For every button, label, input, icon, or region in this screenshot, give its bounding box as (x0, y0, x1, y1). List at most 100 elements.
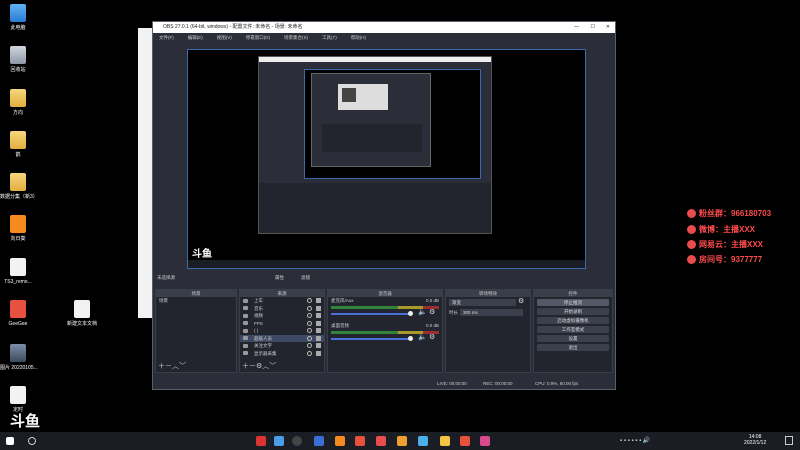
transition-select[interactable]: 渐变 (449, 299, 516, 306)
volume-slider[interactable] (331, 336, 413, 341)
eye-icon[interactable] (307, 313, 312, 318)
gear-icon[interactable]: ⚙ (518, 297, 524, 305)
maximize-icon[interactable]: ☐ (591, 22, 595, 33)
taskbar-app-icon[interactable] (335, 436, 345, 446)
tray-icon[interactable]: ▪ (620, 438, 622, 444)
eye-icon[interactable] (307, 350, 312, 356)
text-file-icon (74, 300, 90, 318)
desktop-icon-geegee[interactable]: GeeGee (0, 300, 36, 327)
gear-icon[interactable]: ⚙ (429, 333, 435, 341)
lock-icon[interactable] (316, 298, 321, 303)
volume-slider[interactable] (331, 311, 413, 316)
studio-mode-button[interactable]: 工作室模式 (537, 326, 609, 333)
transitions-header: 转场特效 (446, 290, 530, 297)
desktop-icon-folder-1[interactable]: 方向 (0, 89, 36, 116)
lock-icon[interactable] (316, 305, 321, 311)
speaker-icon[interactable]: 🔈 (418, 333, 427, 341)
obs-taskbar-icon[interactable] (292, 436, 302, 446)
desktop-icon-folder-3[interactable]: 数据分集（新3） (0, 173, 38, 200)
clock[interactable]: 14:08 2022/1/12 (744, 434, 766, 446)
eye-icon[interactable] (307, 305, 312, 311)
tray-icon[interactable]: ▪ (639, 438, 641, 444)
menu-file[interactable]: 文件(F) (159, 35, 174, 40)
eye-icon[interactable] (307, 298, 312, 303)
taskbar-app-icon[interactable] (256, 436, 266, 446)
source-type-icon (243, 298, 248, 303)
close-icon[interactable]: ✕ (606, 22, 610, 33)
desktop-icon-sunflower[interactable]: 向日葵 (0, 215, 36, 242)
desktop-icon-timer[interactable]: 定时 (0, 386, 36, 413)
desktop-icon-ts3[interactable]: TS3_remo... (0, 258, 36, 285)
lock-icon[interactable] (316, 350, 321, 356)
remove-icon[interactable]: － (165, 363, 172, 370)
taskbar-app-icon[interactable] (397, 436, 407, 446)
tray-icon[interactable]: ▪ (628, 438, 630, 444)
lock-icon[interactable] (316, 320, 321, 326)
source-item[interactable]: 关注文字 (240, 342, 324, 350)
speaker-icon[interactable]: 🔈 (418, 308, 427, 316)
up-icon[interactable]: ︿ (172, 363, 179, 370)
source-item[interactable]: 视频 (240, 312, 324, 320)
menu-scene-collection[interactable]: 场景集合(S) (284, 35, 308, 40)
add-icon[interactable]: ＋ (158, 363, 165, 370)
add-icon[interactable]: ＋ (242, 363, 249, 370)
desktop-icon-image[interactable]: 图片 20220105... (0, 344, 38, 371)
tray-icon[interactable]: ▪ (631, 438, 633, 444)
taskbar-app-icon[interactable] (314, 436, 324, 446)
source-item[interactable]: 音乐 (240, 305, 324, 313)
scene-item[interactable]: 场景 (156, 297, 236, 305)
desktop-icon-pc[interactable]: 此电脑 (0, 4, 36, 31)
desktop-icon-folder-2[interactable]: 鹊 (0, 131, 36, 158)
lock-icon[interactable] (316, 335, 321, 341)
menu-edit[interactable]: 编辑(E) (188, 35, 203, 40)
eye-icon[interactable] (307, 343, 312, 348)
start-virtual-camera-button[interactable]: 启动虚拟摄像机 (537, 317, 609, 324)
down-icon[interactable]: ﹀ (269, 363, 276, 370)
duration-input[interactable]: 300 ms (460, 309, 523, 316)
start-recording-button[interactable]: 开始录制 (537, 308, 609, 315)
source-item[interactable]: 上车 (240, 297, 324, 305)
taskbar-app-icon[interactable] (376, 436, 386, 446)
menu-view[interactable]: 视图(V) (217, 35, 232, 40)
remove-icon[interactable]: － (249, 363, 256, 370)
volume-icon[interactable]: 🔊 (643, 438, 650, 444)
stop-streaming-button[interactable]: 停止推流 (537, 299, 609, 306)
eye-icon[interactable] (307, 328, 312, 333)
properties-button[interactable]: 属性 (275, 272, 284, 284)
lock-icon[interactable] (316, 343, 321, 348)
source-type-icon (243, 343, 248, 348)
taskbar-app-icon[interactable] (274, 436, 284, 446)
obs-preview[interactable]: 斗鱼 (187, 49, 586, 269)
eye-icon[interactable] (307, 335, 312, 341)
desktop-icon-bin[interactable]: 回收站 (0, 46, 36, 73)
taskbar-app-icon[interactable] (418, 436, 428, 446)
eye-icon[interactable] (307, 320, 312, 326)
filters-button[interactable]: 滤镜 (301, 272, 310, 284)
lock-icon[interactable] (316, 313, 321, 318)
lock-icon[interactable] (316, 328, 321, 333)
source-item[interactable]: FPS (240, 320, 324, 328)
taskbar-app-icon[interactable] (480, 436, 490, 446)
minimize-icon[interactable]: — (574, 22, 579, 33)
taskbar-app-icon[interactable] (355, 436, 365, 446)
exit-button[interactable]: 退出 (537, 344, 609, 351)
source-item[interactable]: ( ) (240, 327, 324, 335)
search-icon[interactable] (28, 437, 36, 445)
windows-start-icon[interactable] (6, 437, 14, 445)
menu-docks[interactable]: 停靠窗口(D) (246, 35, 270, 40)
file-icon (10, 386, 26, 404)
down-icon[interactable]: ﹀ (179, 363, 186, 370)
tray-icon[interactable]: ▪ (635, 438, 637, 444)
taskbar-app-icon[interactable] (440, 436, 450, 446)
source-item-selected[interactable]: 超级人员 (240, 334, 324, 342)
menu-tools[interactable]: 工具(T) (322, 35, 337, 40)
desktop-icon-textfile[interactable]: 新建文本文档 (62, 300, 102, 327)
taskbar-app-icon[interactable] (460, 436, 470, 446)
obs-titlebar[interactable]: OBS 27.0.1 (64-bit, windows) - 配置文件: 未命名… (153, 22, 615, 33)
gear-icon[interactable]: ⚙ (429, 308, 435, 316)
notification-icon[interactable] (785, 436, 793, 445)
source-item[interactable]: 显示器采集 (240, 350, 324, 358)
settings-button[interactable]: 设置 (537, 335, 609, 342)
tray-icon[interactable]: ▪ (624, 438, 626, 444)
menu-help[interactable]: 帮助(H) (351, 35, 366, 40)
